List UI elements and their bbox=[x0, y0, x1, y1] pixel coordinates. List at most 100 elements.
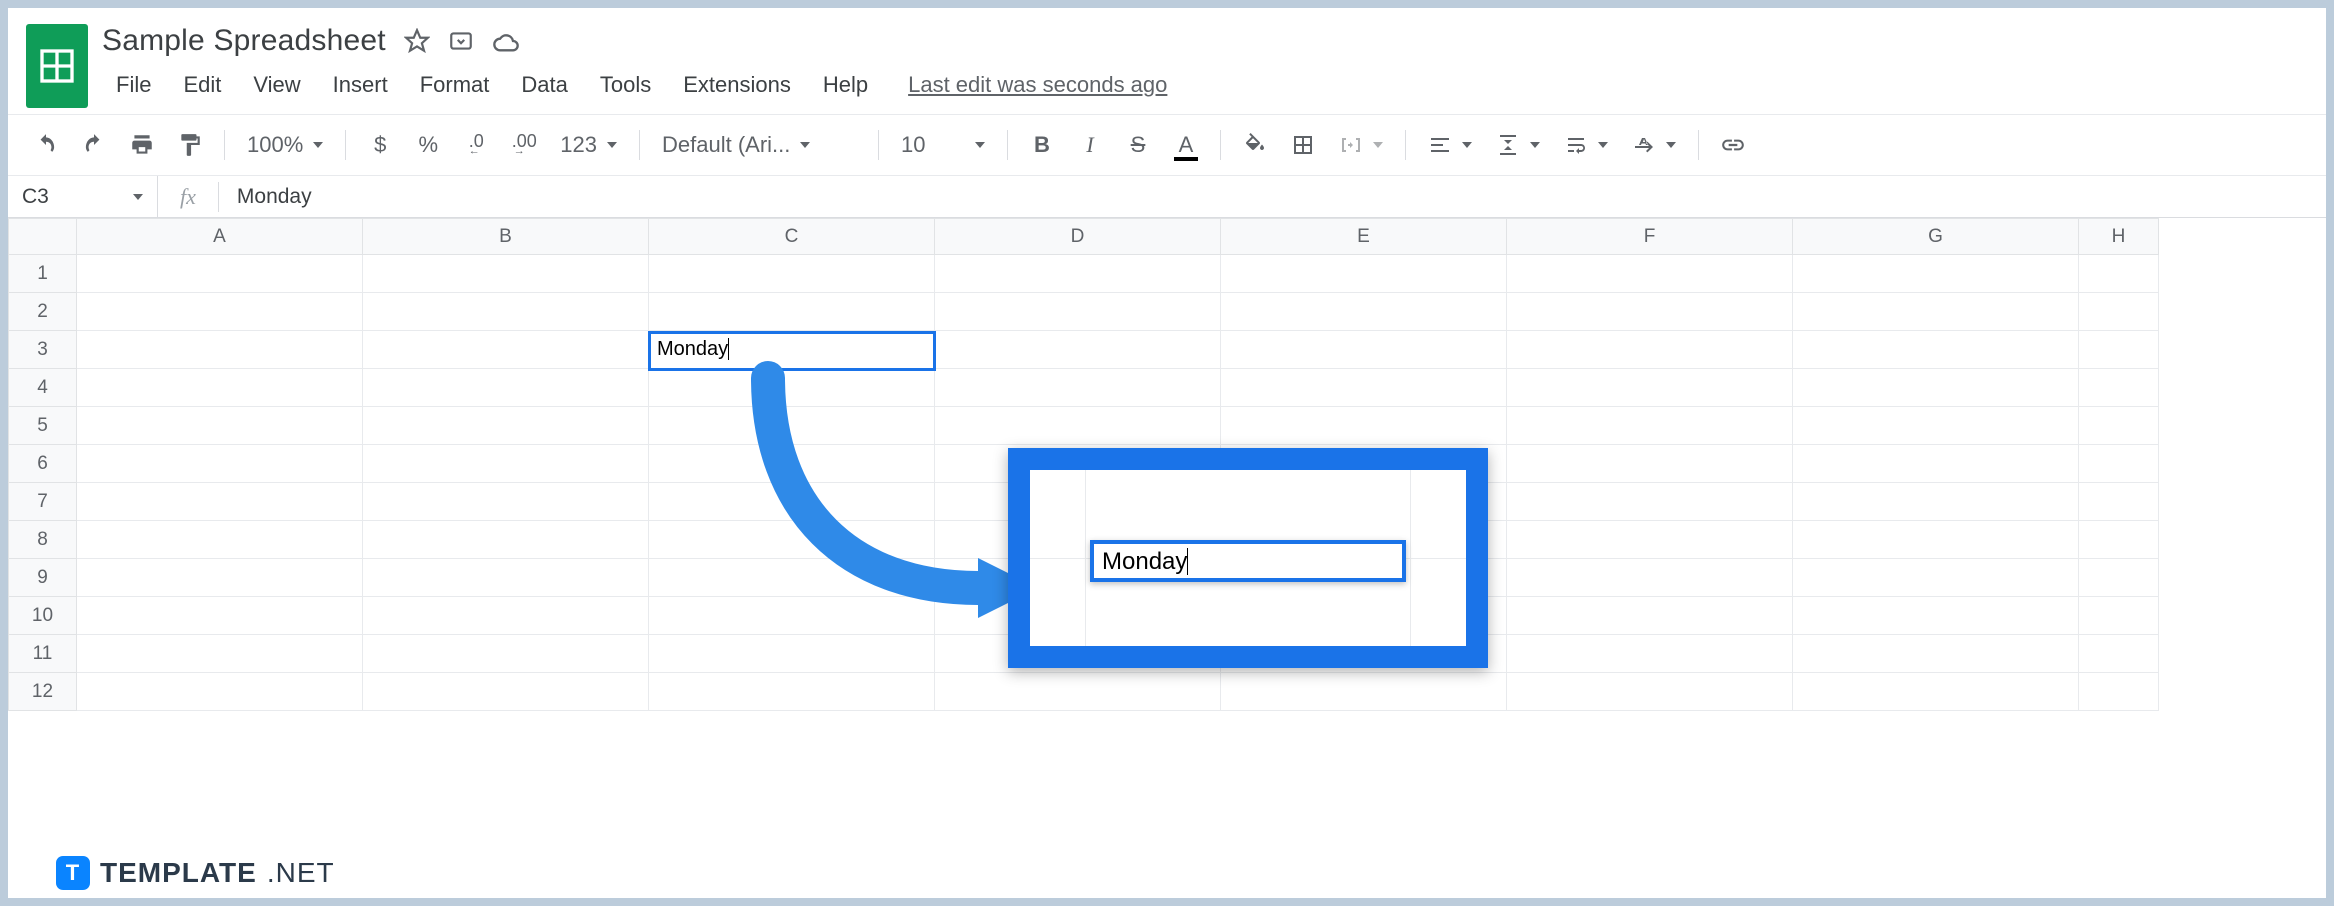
row-header[interactable]: 7 bbox=[9, 483, 77, 521]
move-icon[interactable] bbox=[448, 28, 474, 54]
cell[interactable] bbox=[2079, 521, 2159, 559]
horizontal-align-dropdown[interactable] bbox=[1420, 125, 1480, 165]
row-header[interactable]: 12 bbox=[9, 673, 77, 711]
text-rotation-dropdown[interactable] bbox=[1624, 125, 1684, 165]
cell[interactable] bbox=[1221, 293, 1507, 331]
active-cell-C3[interactable]: Monday bbox=[648, 331, 936, 371]
cell[interactable] bbox=[649, 445, 935, 483]
col-header-C[interactable]: C bbox=[649, 219, 935, 255]
cell[interactable] bbox=[1793, 407, 2079, 445]
cell[interactable] bbox=[363, 521, 649, 559]
cell[interactable] bbox=[2079, 407, 2159, 445]
row-header[interactable]: 4 bbox=[9, 369, 77, 407]
cell[interactable] bbox=[363, 559, 649, 597]
cell[interactable] bbox=[1507, 293, 1793, 331]
bold-button[interactable]: B bbox=[1022, 125, 1062, 165]
cell[interactable] bbox=[77, 597, 363, 635]
menu-data[interactable]: Data bbox=[507, 66, 581, 104]
menu-file[interactable]: File bbox=[102, 66, 165, 104]
cell[interactable] bbox=[1221, 369, 1507, 407]
col-header-E[interactable]: E bbox=[1221, 219, 1507, 255]
cell[interactable] bbox=[1507, 597, 1793, 635]
cell[interactable] bbox=[1221, 255, 1507, 293]
cell[interactable] bbox=[77, 521, 363, 559]
last-edit-link[interactable]: Last edit was seconds ago bbox=[908, 72, 1167, 98]
cell[interactable] bbox=[77, 293, 363, 331]
cell[interactable] bbox=[2079, 635, 2159, 673]
cell[interactable] bbox=[1793, 255, 2079, 293]
cell[interactable] bbox=[1507, 331, 1793, 369]
cell[interactable] bbox=[363, 673, 649, 711]
star-icon[interactable] bbox=[404, 28, 430, 54]
cell[interactable] bbox=[2079, 597, 2159, 635]
cell[interactable] bbox=[935, 293, 1221, 331]
vertical-align-dropdown[interactable] bbox=[1488, 125, 1548, 165]
cell[interactable] bbox=[77, 255, 363, 293]
borders-button[interactable] bbox=[1283, 125, 1323, 165]
cell[interactable] bbox=[1507, 255, 1793, 293]
cell[interactable] bbox=[363, 483, 649, 521]
decrease-decimal-button[interactable]: .0← bbox=[456, 125, 496, 165]
cell[interactable] bbox=[1507, 445, 1793, 483]
more-formats-dropdown[interactable]: 123 bbox=[552, 125, 625, 165]
cell[interactable] bbox=[77, 445, 363, 483]
cell[interactable] bbox=[1507, 673, 1793, 711]
cell[interactable] bbox=[2079, 255, 2159, 293]
cell[interactable] bbox=[1221, 407, 1507, 445]
cell[interactable] bbox=[1793, 445, 2079, 483]
font-size-dropdown[interactable]: 10 bbox=[893, 125, 993, 165]
increase-decimal-button[interactable]: .00→ bbox=[504, 125, 544, 165]
cell[interactable] bbox=[363, 597, 649, 635]
row-header[interactable]: 11 bbox=[9, 635, 77, 673]
cell[interactable] bbox=[1507, 559, 1793, 597]
row-header[interactable]: 10 bbox=[9, 597, 77, 635]
fill-color-button[interactable] bbox=[1235, 125, 1275, 165]
cell[interactable] bbox=[2079, 369, 2159, 407]
cell[interactable] bbox=[2079, 293, 2159, 331]
cell[interactable] bbox=[1793, 483, 2079, 521]
menu-view[interactable]: View bbox=[239, 66, 314, 104]
cell[interactable] bbox=[649, 255, 935, 293]
menu-help[interactable]: Help bbox=[809, 66, 882, 104]
cell[interactable] bbox=[363, 445, 649, 483]
cell[interactable] bbox=[649, 559, 935, 597]
italic-button[interactable]: I bbox=[1070, 125, 1110, 165]
cell[interactable] bbox=[1793, 673, 2079, 711]
cell[interactable] bbox=[2079, 673, 2159, 711]
menu-insert[interactable]: Insert bbox=[319, 66, 402, 104]
cell[interactable] bbox=[1793, 597, 2079, 635]
document-title[interactable]: Sample Spreadsheet bbox=[102, 24, 386, 58]
cell[interactable] bbox=[1793, 559, 2079, 597]
row-header[interactable]: 8 bbox=[9, 521, 77, 559]
strikethrough-button[interactable]: S bbox=[1118, 125, 1158, 165]
cell[interactable] bbox=[363, 293, 649, 331]
insert-link-button[interactable] bbox=[1713, 125, 1753, 165]
row-header[interactable]: 5 bbox=[9, 407, 77, 445]
cell[interactable] bbox=[77, 483, 363, 521]
col-header-H[interactable]: H bbox=[2079, 219, 2159, 255]
cell[interactable] bbox=[77, 407, 363, 445]
cell[interactable] bbox=[649, 635, 935, 673]
cell[interactable] bbox=[1793, 293, 2079, 331]
cell[interactable] bbox=[935, 331, 1221, 369]
cell[interactable] bbox=[1507, 407, 1793, 445]
cell[interactable] bbox=[363, 635, 649, 673]
cell[interactable] bbox=[1221, 673, 1507, 711]
menu-edit[interactable]: Edit bbox=[169, 66, 235, 104]
col-header-B[interactable]: B bbox=[363, 219, 649, 255]
zoom-dropdown[interactable]: 100% bbox=[239, 125, 331, 165]
font-family-dropdown[interactable]: Default (Ari... bbox=[654, 125, 864, 165]
print-button[interactable] bbox=[122, 125, 162, 165]
cell[interactable] bbox=[2079, 483, 2159, 521]
col-header-G[interactable]: G bbox=[1793, 219, 2079, 255]
cell[interactable] bbox=[649, 673, 935, 711]
cell[interactable] bbox=[649, 521, 935, 559]
currency-button[interactable]: $ bbox=[360, 125, 400, 165]
col-header-D[interactable]: D bbox=[935, 219, 1221, 255]
cell[interactable] bbox=[1221, 331, 1507, 369]
formula-input[interactable]: Monday bbox=[237, 185, 312, 209]
cell[interactable] bbox=[935, 255, 1221, 293]
col-header-F[interactable]: F bbox=[1507, 219, 1793, 255]
row-header[interactable]: 3 bbox=[9, 331, 77, 369]
text-wrap-dropdown[interactable] bbox=[1556, 125, 1616, 165]
